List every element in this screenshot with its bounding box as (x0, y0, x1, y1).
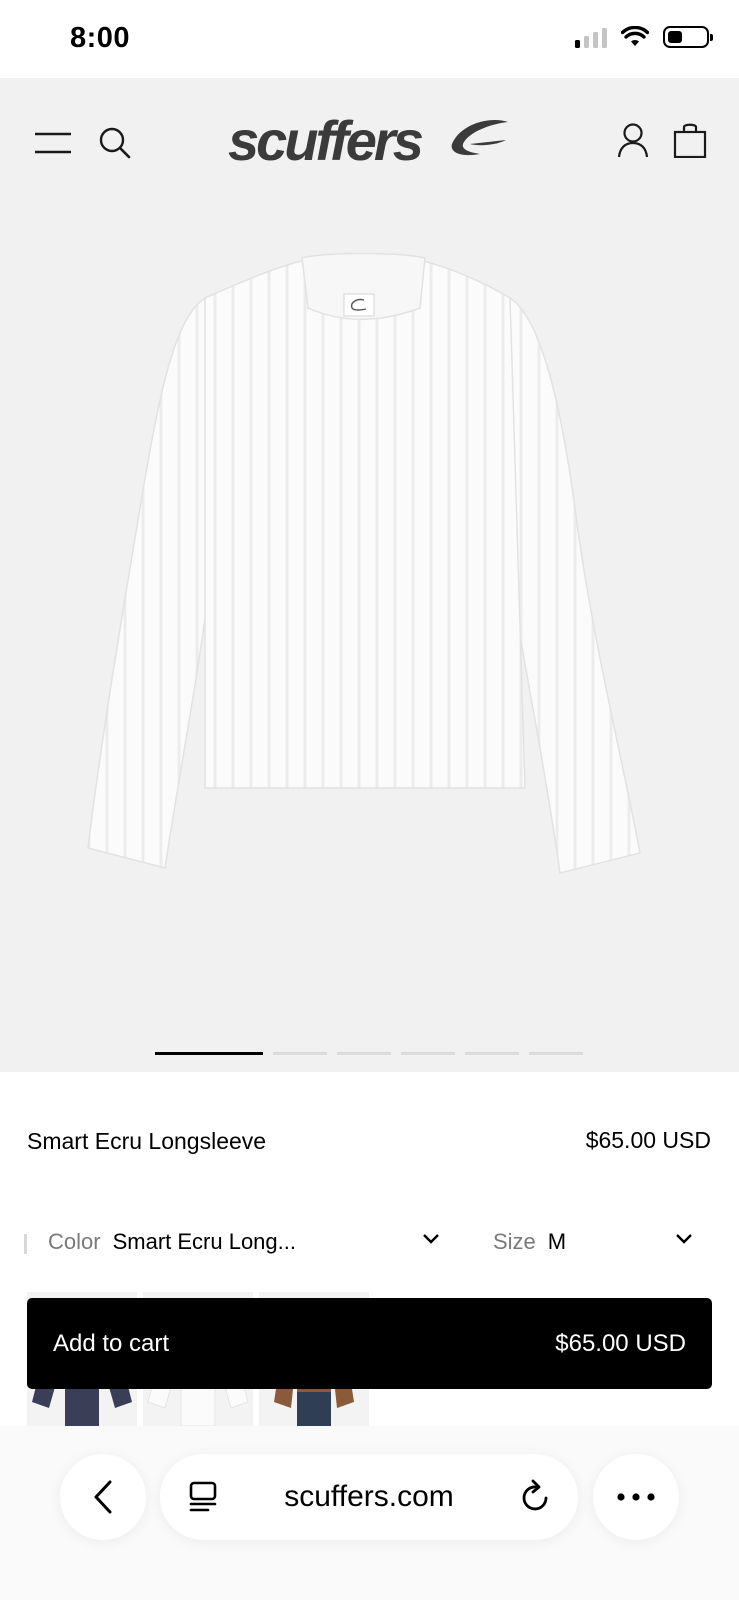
scroll-edge-indicator (24, 1234, 27, 1254)
carousel-dot[interactable] (273, 1052, 327, 1055)
add-to-cart-button[interactable]: Add to cart $65.00 USD (27, 1298, 712, 1389)
header-left (34, 126, 132, 160)
size-value: M (547, 1229, 567, 1254)
product-title: Smart Ecru Longsleeve (27, 1128, 267, 1154)
more-icon (617, 1493, 655, 1501)
status-bar: 8:00 (0, 0, 739, 78)
account-icon[interactable] (617, 122, 649, 158)
back-button[interactable] (60, 1454, 146, 1540)
back-icon (94, 1480, 112, 1514)
product-price: $65.00 USD (585, 1127, 711, 1153)
color-label: Color (48, 1229, 101, 1254)
brand-logo[interactable]: scuffers (228, 106, 510, 176)
add-to-cart-price: $65.00 USD (555, 1329, 686, 1357)
battery-icon (663, 26, 713, 48)
product-image-longsleeve[interactable] (80, 248, 660, 908)
cart-icon[interactable] (673, 122, 707, 158)
url-text: scuffers.com (284, 1480, 454, 1513)
image-carousel-indicator (155, 1052, 583, 1055)
chevron-down-icon (423, 1234, 439, 1244)
size-label: Size (493, 1229, 536, 1254)
more-button[interactable] (593, 1454, 679, 1540)
status-time: 8:00 (70, 22, 131, 54)
carousel-dot[interactable] (401, 1052, 455, 1055)
color-value: Smart Ecru Long... (112, 1229, 296, 1254)
chevron-down-icon (676, 1234, 692, 1244)
header-right (617, 122, 707, 158)
logo-swoosh-icon (451, 120, 508, 156)
cellular-signal-icon (575, 26, 607, 48)
product-hero: scuffers (0, 78, 739, 1072)
address-bar[interactable]: scuffers.com (160, 1454, 578, 1540)
size-select[interactable]: Size M (493, 1225, 693, 1259)
carousel-dot[interactable] (155, 1052, 263, 1055)
menu-icon[interactable] (34, 131, 72, 155)
reload-icon[interactable] (520, 1479, 552, 1513)
carousel-dot[interactable] (529, 1052, 583, 1055)
search-icon[interactable] (98, 126, 132, 160)
add-to-cart-label: Add to cart (53, 1329, 170, 1357)
logo-text: scuffers (228, 109, 424, 172)
carousel-dot[interactable] (465, 1052, 519, 1055)
color-select[interactable]: Color Smart Ecru Long... (48, 1225, 440, 1259)
status-icons (575, 26, 713, 48)
wifi-icon (621, 26, 649, 46)
browser-toolbar: scuffers.com (0, 1426, 739, 1600)
carousel-dot[interactable] (337, 1052, 391, 1055)
